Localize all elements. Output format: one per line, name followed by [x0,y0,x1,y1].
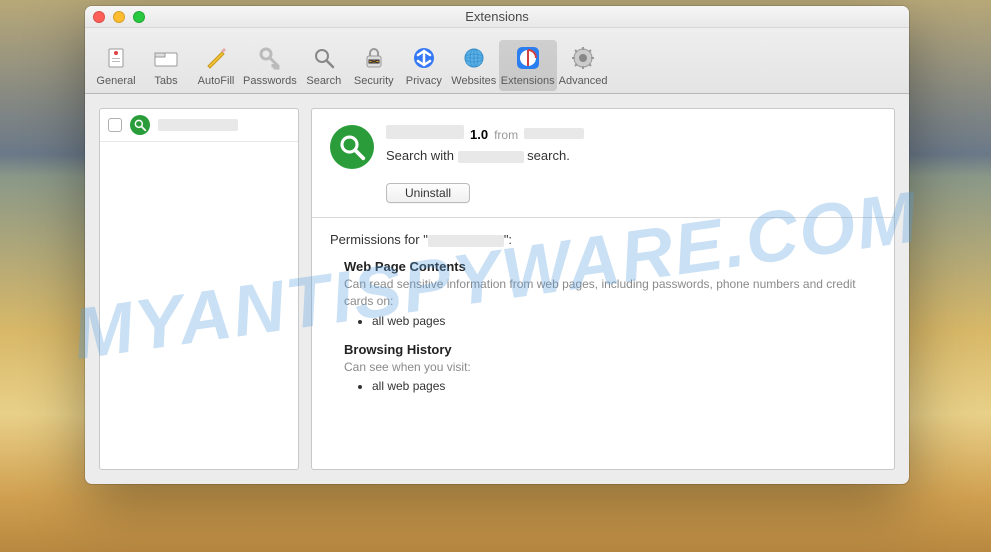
perm-list-item: all web pages [372,379,876,393]
preferences-window: Extensions General Tabs AutoFill Passwor… [85,6,909,484]
extension-description: Search with search. [386,148,584,163]
permissions-section: Permissions for " ": Web Page Contents Ca… [312,218,894,421]
detail-header: 1.0 from Search with search. [312,109,894,183]
extension-icon [130,115,150,135]
desc-pre: Search with [386,148,454,163]
perm-web-page-contents: Web Page Contents Can read sensitive inf… [344,259,876,328]
perm-browsing-history: Browsing History Can see when you visit:… [344,342,876,394]
perm-text: Can see when you visit: [344,359,876,376]
tab-autofill[interactable]: AutoFill [191,40,241,91]
websites-icon [460,44,488,72]
extension-list-item[interactable] [100,109,298,142]
minimize-button[interactable] [113,11,125,23]
tab-passwords[interactable]: Passwords [241,40,299,91]
extension-title-redacted [386,125,464,139]
tab-label: Extensions [501,75,555,87]
detail-title-line: 1.0 from [386,125,584,142]
security-icon [360,44,388,72]
tab-label: AutoFill [198,75,235,87]
uninstall-button[interactable]: Uninstall [386,183,470,203]
perm-text: Can read sensitive information from web … [344,276,876,310]
content-area: 1.0 from Search with search. Uninstall [85,94,909,484]
tab-websites[interactable]: Websites [449,40,499,91]
extension-detail-pane: 1.0 from Search with search. Uninstall [311,108,895,470]
tab-label: Passwords [243,75,297,87]
desc-post: search. [527,148,570,163]
desc-redacted [458,151,524,163]
preferences-toolbar: General Tabs AutoFill Passwords Search [85,28,909,94]
perm-title-pre: Permissions for " [330,232,428,247]
tab-label: Advanced [559,75,608,87]
tab-extensions[interactable]: Extensions [499,40,557,91]
uninstall-row: Uninstall [312,183,894,217]
tab-label: Privacy [406,75,442,87]
from-label: from [494,128,518,142]
tabs-icon [152,44,180,72]
privacy-icon [410,44,438,72]
permissions-title: Permissions for " ": [330,232,876,247]
perm-list-item: all web pages [372,314,876,328]
autofill-icon [202,44,230,72]
extension-author-redacted [524,128,584,139]
tab-tabs[interactable]: Tabs [141,40,191,91]
perm-heading: Web Page Contents [344,259,876,274]
perm-list: all web pages [372,379,876,393]
tab-label: Tabs [154,75,177,87]
close-button[interactable] [93,11,105,23]
extensions-sidebar [99,108,299,470]
search-icon [310,44,338,72]
general-icon [102,44,130,72]
extension-icon-large [330,125,374,169]
window-title: Extensions [85,9,909,24]
zoom-button[interactable] [133,11,145,23]
perm-title-redacted [428,235,504,247]
perm-title-post: ": [504,232,512,247]
tab-privacy[interactable]: Privacy [399,40,449,91]
extension-enable-checkbox[interactable] [108,118,122,132]
passwords-icon [256,44,284,72]
tab-label: Websites [451,75,496,87]
tab-label: General [96,75,135,87]
tab-search[interactable]: Search [299,40,349,91]
perm-list: all web pages [372,314,876,328]
tab-advanced[interactable]: Advanced [557,40,610,91]
tab-general[interactable]: General [91,40,141,91]
tab-label: Security [354,75,394,87]
advanced-icon [569,44,597,72]
extension-version: 1.0 [470,127,488,142]
extension-name-redacted [158,119,238,131]
detail-text: 1.0 from Search with search. [386,125,584,163]
traffic-lights [93,11,145,23]
titlebar: Extensions [85,6,909,28]
extensions-icon [514,44,542,72]
tab-security[interactable]: Security [349,40,399,91]
perm-heading: Browsing History [344,342,876,357]
tab-label: Search [306,75,341,87]
